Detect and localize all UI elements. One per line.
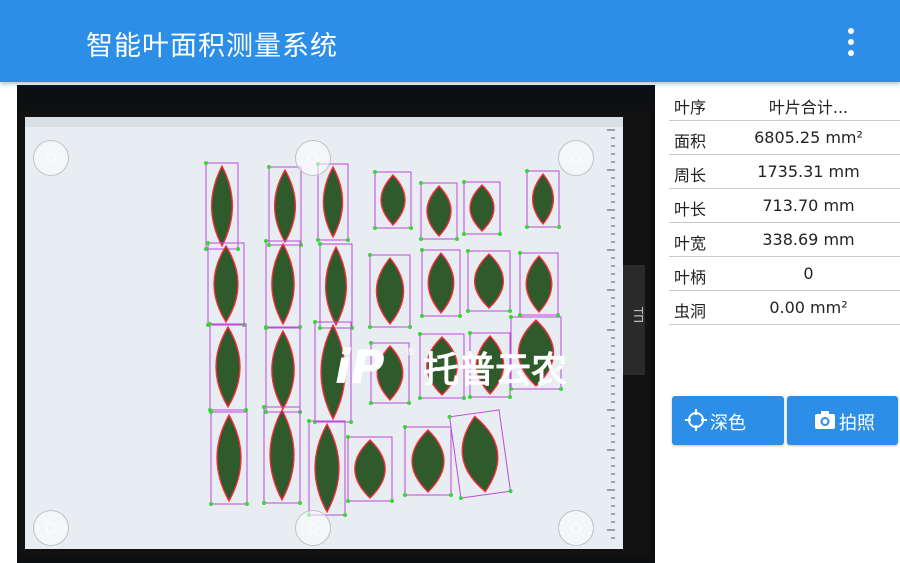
leaf-anchor-point	[518, 251, 522, 255]
svg-text:®: ®	[405, 345, 416, 358]
leaf-anchor-point	[206, 241, 210, 245]
result-row-width: 叶宽 338.69 mm	[669, 223, 900, 257]
leaf-anchor-point	[373, 226, 377, 230]
result-row-wormhole: 虫洞 0.00 mm²	[669, 291, 900, 325]
leaf-anchor-point	[455, 237, 459, 241]
camera-icon	[815, 411, 835, 429]
more-vert-icon[interactable]	[834, 22, 868, 62]
corner-handle-bottom-right[interactable]	[558, 510, 594, 546]
leaf-anchor-point	[508, 395, 512, 399]
leaf-anchor-point	[318, 242, 322, 246]
leaf-anchor-point	[525, 169, 529, 173]
leaf-anchor-point	[264, 239, 268, 243]
leaf-anchor-point	[346, 499, 350, 503]
leaf-anchor-point	[264, 410, 268, 414]
leaf-anchor-point	[525, 225, 529, 229]
result-row-perimeter: 周长 1735.31 mm	[669, 155, 900, 189]
leaf-anchor-point	[298, 501, 302, 505]
leaf-anchor-point	[267, 165, 271, 169]
leaf-anchor-point	[369, 401, 373, 405]
corner-handle-bottom-center[interactable]	[295, 510, 331, 546]
leaf-anchor-point	[407, 401, 411, 405]
app-bar: 智能叶面积测量系统	[0, 0, 900, 82]
camera-preview: ТП iP ® 托普云农	[17, 85, 655, 563]
take-photo-button[interactable]: 拍照	[787, 396, 898, 445]
leaf-anchor-point	[403, 493, 407, 497]
leaf-anchor-point	[244, 408, 248, 412]
corner-handle-top-right[interactable]	[558, 140, 594, 176]
leaf-anchor-point	[556, 313, 560, 317]
leaf-anchor-point	[418, 396, 422, 400]
leaf-anchor-point	[209, 502, 213, 506]
dark-mode-label: 深色	[710, 413, 746, 434]
leaf-anchor-point	[204, 247, 208, 251]
leaf-anchor-point	[204, 161, 208, 165]
leaf-anchor-point	[420, 248, 424, 252]
take-photo-label: 拍照	[839, 413, 875, 434]
leaf-anchor-point	[262, 405, 266, 409]
leaf-anchor-point	[498, 232, 502, 236]
leaf-anchor-point	[462, 396, 466, 400]
dark-mode-button[interactable]: 深色	[672, 396, 784, 445]
leaf-anchor-point	[466, 309, 470, 313]
leaf-anchor-point	[346, 238, 350, 242]
leaf-anchor-point	[418, 332, 422, 336]
leaf-anchor-point	[318, 326, 322, 330]
leaf-anchor-point	[462, 232, 466, 236]
leaf-anchor-point	[420, 314, 424, 318]
leaf-anchor-point	[368, 325, 372, 329]
leaf-anchor-point	[390, 499, 394, 503]
crosshair-icon	[685, 409, 707, 431]
watermark-text: 托普云农	[423, 350, 567, 391]
leaf-anchor-point	[313, 320, 317, 324]
leaf-anchor-point	[509, 315, 513, 319]
svg-text:ТП: ТП	[631, 306, 645, 323]
leaf-anchor-point	[466, 249, 470, 253]
leaf-anchor-point	[462, 180, 466, 184]
leaf-anchor-point	[307, 419, 311, 423]
leaf-anchor-point	[468, 331, 472, 335]
leaf-anchor-point	[409, 226, 413, 230]
leaf-anchor-point	[508, 309, 512, 313]
leaf-anchor-point	[408, 325, 412, 329]
leaf-anchor-point	[468, 395, 472, 399]
results-table: 叶序 叶片合计... 面积 6805.25 mm² 周长 1735.31 mm 叶长 7…	[669, 87, 900, 325]
leaf-anchor-point	[209, 410, 213, 414]
leaf-anchor-point	[208, 322, 212, 326]
app-title: 智能叶面积测量系统	[86, 31, 338, 62]
result-row-leaf-order: 叶序 叶片合计...	[669, 87, 900, 121]
leaf-anchor-point	[267, 243, 271, 247]
result-row-length: 叶长 713.70 mm	[669, 189, 900, 223]
result-row-petiole: 叶柄 0	[669, 257, 900, 291]
leaf-anchor-point	[419, 237, 423, 241]
leaf-anchor-point	[368, 253, 372, 257]
leaf-anchor-point	[349, 420, 353, 424]
watermark-logo: iP ® 托普云农	[335, 341, 567, 391]
svg-text:iP: iP	[335, 341, 385, 391]
corner-handle-top-left[interactable]	[33, 140, 69, 176]
leaf-anchor-point	[403, 425, 407, 429]
leaf-anchor-point	[262, 501, 266, 505]
corner-handle-top-center[interactable]	[295, 140, 331, 176]
leaf-anchor-point	[236, 247, 240, 251]
leaf-anchor-point	[373, 170, 377, 174]
leaf-anchor-point	[518, 313, 522, 317]
result-row-area: 面积 6805.25 mm²	[669, 121, 900, 155]
leaf-anchor-point	[264, 326, 268, 330]
leaf-anchor-point	[419, 181, 423, 185]
leaf-anchor-point	[316, 238, 320, 242]
leaf-anchor-point	[245, 502, 249, 506]
leaf-anchor-point	[458, 314, 462, 318]
leaf-anchor-point	[346, 435, 350, 439]
leaf-anchor-point	[557, 225, 561, 229]
corner-handle-bottom-left[interactable]	[33, 510, 69, 546]
leaf-anchor-point	[449, 493, 453, 497]
leaf-anchor-point	[343, 513, 347, 517]
